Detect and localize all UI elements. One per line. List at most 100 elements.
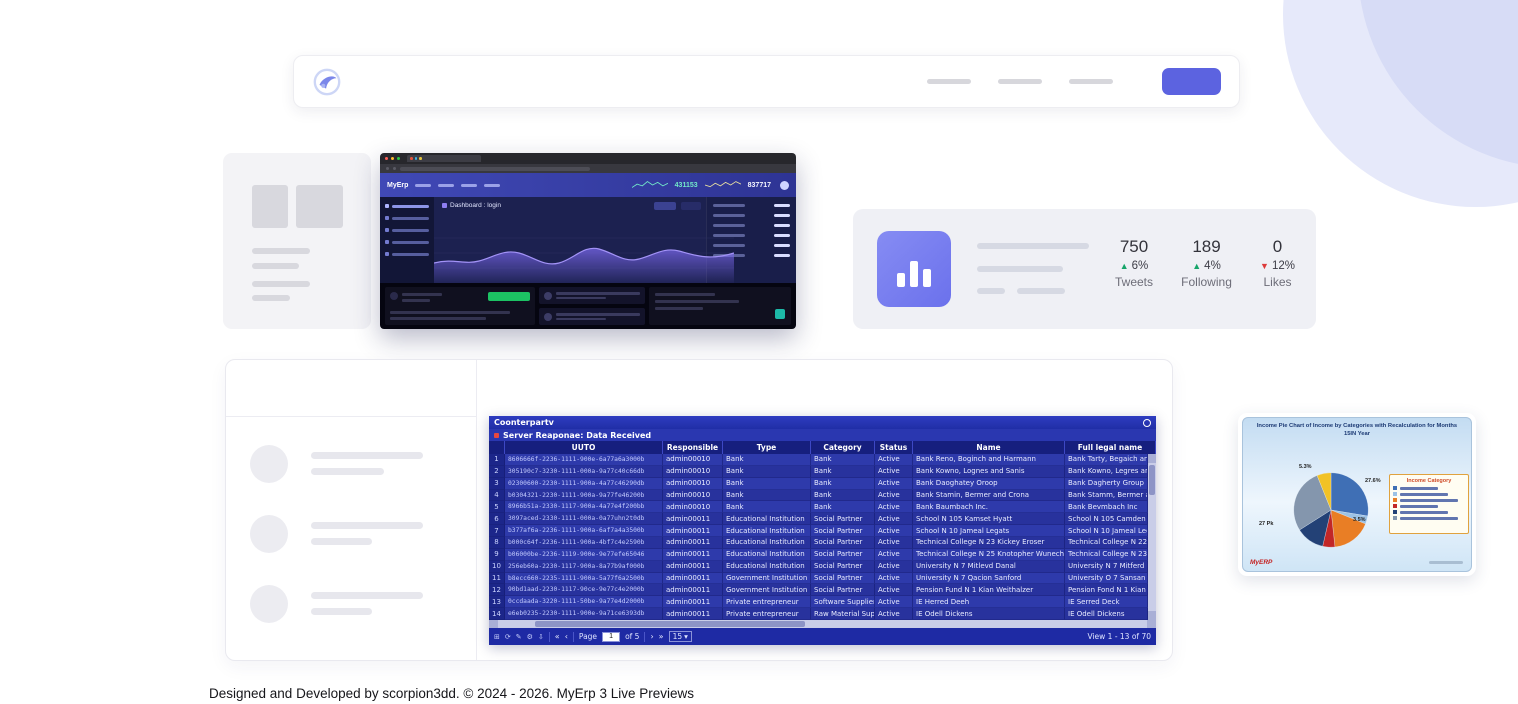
vertical-scrollbar[interactable]: [1148, 454, 1156, 620]
cell-category: Social Partner: [811, 584, 875, 596]
column-header[interactable]: Name: [913, 441, 1065, 454]
next-page-button[interactable]: ›: [650, 632, 653, 641]
cell-status: Active: [875, 525, 913, 537]
table-row[interactable]: 18606666f-2236-1111-900e-6a77a6a3000badm…: [489, 454, 1148, 466]
scrollbar-thumb[interactable]: [1149, 465, 1155, 495]
cell-name: Technical College N 23 Kickey Eroser: [913, 537, 1065, 549]
pie-percent-label: 27.6%: [1365, 478, 1381, 484]
dashboard-heading: Dashboard : login: [450, 202, 501, 209]
column-header[interactable]: Responsible: [663, 441, 723, 454]
export-icon[interactable]: ⇩: [538, 633, 544, 641]
cell-type: Government Institution: [723, 584, 811, 596]
legend-swatch: [1393, 504, 1397, 508]
image-skeleton: [296, 185, 343, 228]
column-header[interactable]: Status: [875, 441, 913, 454]
navbar-cta-button[interactable]: [1162, 68, 1221, 95]
cell-full_name: School N 105 Camden Hyatt: [1065, 513, 1148, 525]
cell-status: Active: [875, 501, 913, 513]
edit-icon[interactable]: ✎: [516, 633, 522, 641]
sparkline-chart: [632, 179, 668, 191]
avatar-skeleton: [250, 515, 288, 553]
pie-slice: [1331, 473, 1368, 516]
page-size-select[interactable]: 15 ▾: [669, 631, 692, 642]
page-number-input[interactable]: [602, 632, 620, 642]
cell-status: Active: [875, 478, 913, 490]
table-row[interactable]: 2305190c7-3230-1111-000a-9a77c40c66dbadm…: [489, 466, 1148, 478]
table-row[interactable]: 302300600-2230-1111-900a-4a77c46290dbadm…: [489, 478, 1148, 490]
cell-type: Bank: [723, 478, 811, 490]
legend-text-skeleton: [1400, 511, 1448, 514]
refresh-icon[interactable]: ⟳: [505, 633, 511, 641]
legend-text-skeleton: [1400, 499, 1458, 502]
cell-num: 4: [489, 490, 505, 502]
status-dot-icon: [494, 433, 499, 438]
cell-category: Social Partner: [811, 573, 875, 585]
column-header[interactable]: Type: [723, 441, 811, 454]
stat-delta: 12%: [1272, 260, 1295, 272]
pie-legend-items: [1393, 486, 1465, 520]
cell-type: Bank: [723, 466, 811, 478]
text-line-skeleton: [311, 538, 372, 545]
nav-link-skeleton[interactable]: [927, 79, 971, 84]
scroll-up-icon[interactable]: [1148, 454, 1156, 463]
table-row[interactable]: 14e6eb0235-2230-1111-900e-9a71ce6393dbad…: [489, 608, 1148, 620]
text-line-skeleton: [252, 248, 310, 254]
cell-responsible: admin00011: [663, 573, 723, 585]
cell-num: 8: [489, 537, 505, 549]
cell-full_name: IE Odell Dickens: [1065, 608, 1148, 620]
cell-num: 11: [489, 573, 505, 585]
cell-num: 13: [489, 596, 505, 608]
legend-text-skeleton: [1400, 505, 1438, 508]
text-line-skeleton: [252, 281, 310, 287]
brand-logo-icon[interactable]: [312, 67, 342, 97]
cell-num: 1: [489, 454, 505, 466]
cell-responsible: admin00010: [663, 501, 723, 513]
nav-link-skeleton[interactable]: [1069, 79, 1113, 84]
table-row[interactable]: 1290bd1aad-2230-1117-90ce-9e77c4e2000bad…: [489, 584, 1148, 596]
cell-type: Educational Institution: [723, 513, 811, 525]
nav-link-skeleton[interactable]: [998, 79, 1042, 84]
cell-uuid: 0ccdaada-3220-1111-50be-9a77e4d2000b: [505, 596, 663, 608]
horizontal-divider: [226, 416, 476, 417]
column-header[interactable]: Category: [811, 441, 875, 454]
table-row[interactable]: 130ccdaada-3220-1111-50be-9a77e4d2000bad…: [489, 596, 1148, 608]
table-row[interactable]: 4b0304321-2230-1111-900a-9a77fe46200badm…: [489, 490, 1148, 502]
column-header[interactable]: Full legal name: [1065, 441, 1156, 454]
chevron-down-icon: ▾: [684, 632, 688, 641]
table-row[interactable]: 8b000c64f-2236-1111-900a-4bf7c4e2590badm…: [489, 537, 1148, 549]
stat-value: 750: [1115, 237, 1153, 257]
scroll-down-icon[interactable]: [1148, 611, 1156, 620]
cell-num: 7: [489, 525, 505, 537]
window-info-icon[interactable]: [1143, 419, 1151, 427]
cell-status: Active: [875, 608, 913, 620]
column-header[interactable]: UUTO: [505, 441, 663, 454]
pie-brand-label: MyERP: [1250, 559, 1272, 566]
table-row[interactable]: 9b06000be-2236-1119-900e-9e77efe65046adm…: [489, 549, 1148, 561]
first-page-button[interactable]: «: [555, 632, 560, 641]
cell-uuid: 3097aced-2330-1111-000a-0a77uhn2t0db: [505, 513, 663, 525]
prev-page-button[interactable]: ‹: [565, 632, 568, 641]
stat-value: 0: [1260, 237, 1295, 257]
pie-chart-canvas: Income Pie Chart of Income by Categories…: [1242, 417, 1472, 572]
scroll-right-icon[interactable]: [1147, 620, 1156, 628]
table-row[interactable]: 10256eb60a-2230-1117-900a-8a77b9af000bad…: [489, 561, 1148, 573]
cell-responsible: admin00010: [663, 454, 723, 466]
scrollbar-thumb[interactable]: [535, 621, 805, 627]
income-pie-card[interactable]: Income Pie Chart of Income by Categories…: [1238, 413, 1476, 576]
cell-num: 14: [489, 608, 505, 620]
scroll-left-icon[interactable]: [489, 620, 498, 628]
text-line-skeleton: [311, 608, 372, 615]
settings-icon[interactable]: ⚙: [527, 633, 533, 641]
table-row[interactable]: 63097aced-2330-1111-000a-0a77uhn2t0dbadm…: [489, 513, 1148, 525]
preview-panel-card: Coonterpartv Server Reaponae: Data Recei…: [225, 359, 1173, 661]
table-row[interactable]: 11b8ecc660-2235-1111-900a-5a77f6a2500bad…: [489, 573, 1148, 585]
cell-uuid: 8606666f-2236-1111-900e-6a77a6a3000b: [505, 454, 663, 466]
table-row[interactable]: 7b377af6a-2236-1111-900a-6af7a4a3500badm…: [489, 525, 1148, 537]
last-page-button[interactable]: »: [659, 632, 664, 641]
cell-responsible: admin00011: [663, 608, 723, 620]
table-row[interactable]: 58966b51a-2330-1117-900a-4a77e4f200bbadm…: [489, 501, 1148, 513]
dashboard-preview[interactable]: MyErp 431153 837717 Dashboard : login: [380, 153, 796, 329]
grid-icon[interactable]: ⊞: [494, 633, 500, 641]
text-line-skeleton: [977, 243, 1089, 249]
horizontal-scrollbar[interactable]: [489, 620, 1156, 628]
